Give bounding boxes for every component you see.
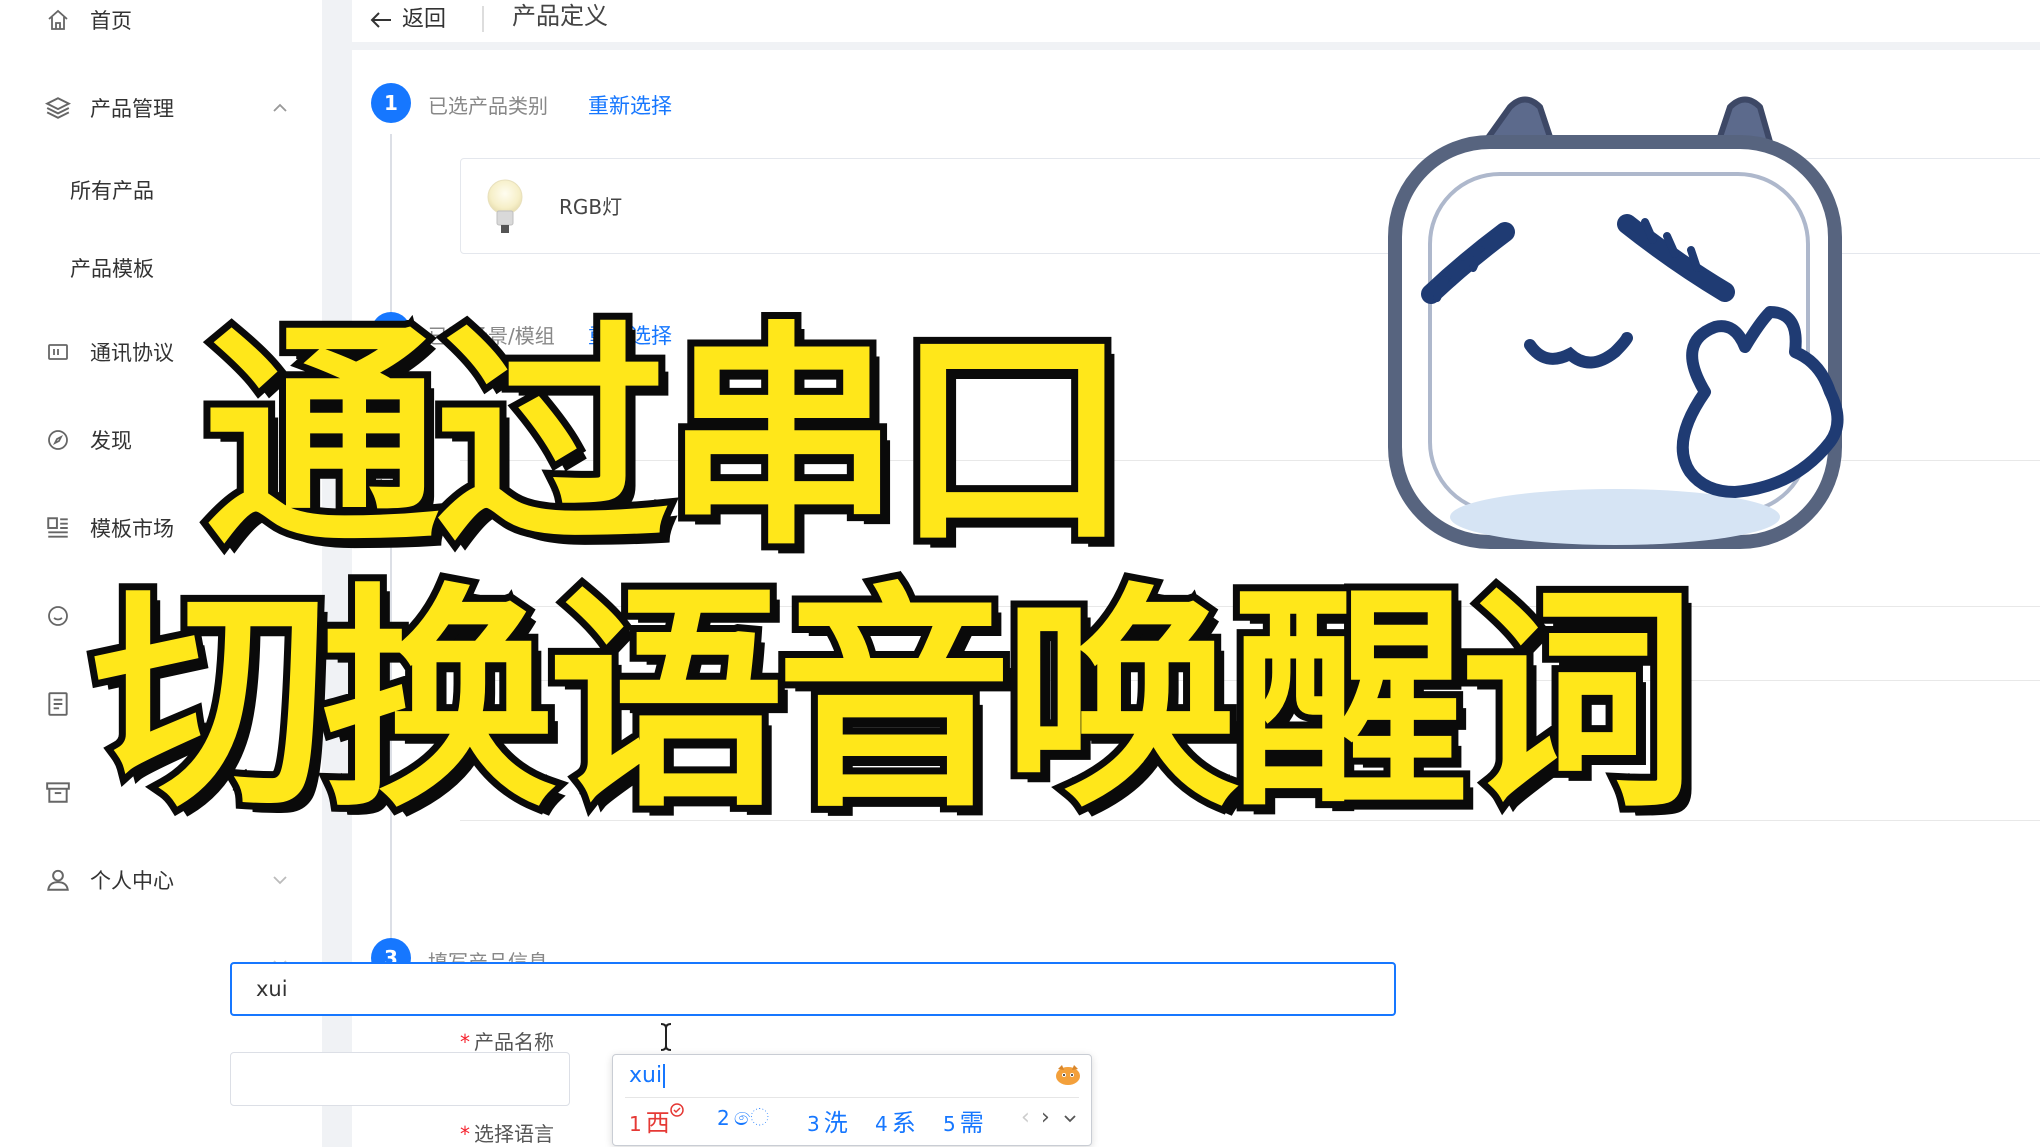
sidebar-item-label: 产品管理 — [90, 97, 174, 121]
document-icon — [44, 690, 72, 718]
reselect-category-link[interactable]: 重新选择 — [588, 90, 672, 120]
ime-candidate-1[interactable]: 1西 — [629, 1103, 684, 1138]
required-mark: * — [460, 1122, 470, 1146]
sidebar-item-label: 发现 — [90, 429, 132, 453]
market-icon — [44, 514, 72, 542]
ime-candidate-4[interactable]: 4系 — [875, 1103, 916, 1138]
text-cursor-icon — [658, 1022, 674, 1052]
ime-divider — [625, 1097, 1079, 1098]
ime-candidate-window: xui 1西 2ෙ 3洗 4系 5需 ‹ › — [612, 1054, 1092, 1146]
product-name: RGB灯 — [559, 195, 623, 219]
language-select[interactable] — [230, 1052, 570, 1106]
ime-candidate-3[interactable]: 3洗 — [807, 1103, 848, 1138]
ime-mascot-icon — [1053, 1061, 1083, 1087]
chevron-up-icon — [272, 98, 288, 119]
layers-icon — [44, 94, 72, 122]
page-header: 返回 产品定义 — [352, 0, 2040, 42]
step-1-label: 已选产品类别 — [428, 94, 548, 118]
sidebar-item-product-templates[interactable]: 产品模板 — [0, 238, 322, 298]
ime-composition: xui — [629, 1063, 665, 1088]
chevron-down-icon — [272, 870, 288, 891]
sidebar-item-label: 所有产品 — [70, 179, 154, 203]
protocol-icon — [44, 338, 72, 366]
check-badge-icon — [669, 1103, 684, 1137]
language-label: * 选择语言 — [460, 1122, 554, 1146]
compass-icon — [44, 426, 72, 454]
ime-next-page-icon[interactable]: › — [1041, 1105, 1050, 1130]
sidebar-item-label: 个人中心 — [90, 869, 174, 893]
overlay-title-line-1: 通过串口 — [197, 302, 1137, 577]
product-name-input[interactable] — [230, 962, 1396, 1016]
home-icon — [44, 6, 72, 34]
step-1-badge: 1 — [371, 83, 411, 123]
required-mark: * — [460, 1030, 470, 1054]
bulb-icon — [483, 177, 527, 243]
user-icon — [44, 866, 72, 894]
overlay-title-line-2: 切换语音唤醒词 — [85, 564, 1703, 839]
ime-candidate-2[interactable]: 2ෙ — [717, 1103, 769, 1131]
back-button[interactable]: 返回 — [370, 0, 446, 40]
ime-candidate-5[interactable]: 5需 — [943, 1103, 984, 1138]
sidebar-item-label: 首页 — [90, 9, 132, 33]
smile-icon — [44, 602, 72, 630]
arrow-left-icon — [370, 11, 392, 29]
archive-icon — [44, 778, 72, 806]
sidebar-item-label: 产品模板 — [70, 257, 154, 281]
header-divider — [482, 6, 484, 32]
page-title: 产品定义 — [512, 2, 608, 30]
sidebar-item-label: 模板市场 — [90, 517, 174, 541]
sidebar-item-label: 通讯协议 — [90, 341, 174, 365]
sidebar-item-all-products[interactable]: 所有产品 — [0, 160, 322, 220]
sidebar-item-personal-center[interactable]: 个人中心 — [0, 850, 322, 910]
sidebar-item-product-management[interactable]: 产品管理 — [0, 78, 322, 138]
ime-prev-page-icon[interactable]: ‹ — [1021, 1105, 1030, 1130]
sidebar-item-home[interactable]: 首页 — [0, 0, 322, 50]
back-label: 返回 — [402, 7, 447, 32]
mascot-sticker-icon — [1375, 62, 1875, 562]
product-name-label: * 产品名称 — [460, 1030, 554, 1054]
ime-expand-icon[interactable] — [1063, 1105, 1077, 1130]
